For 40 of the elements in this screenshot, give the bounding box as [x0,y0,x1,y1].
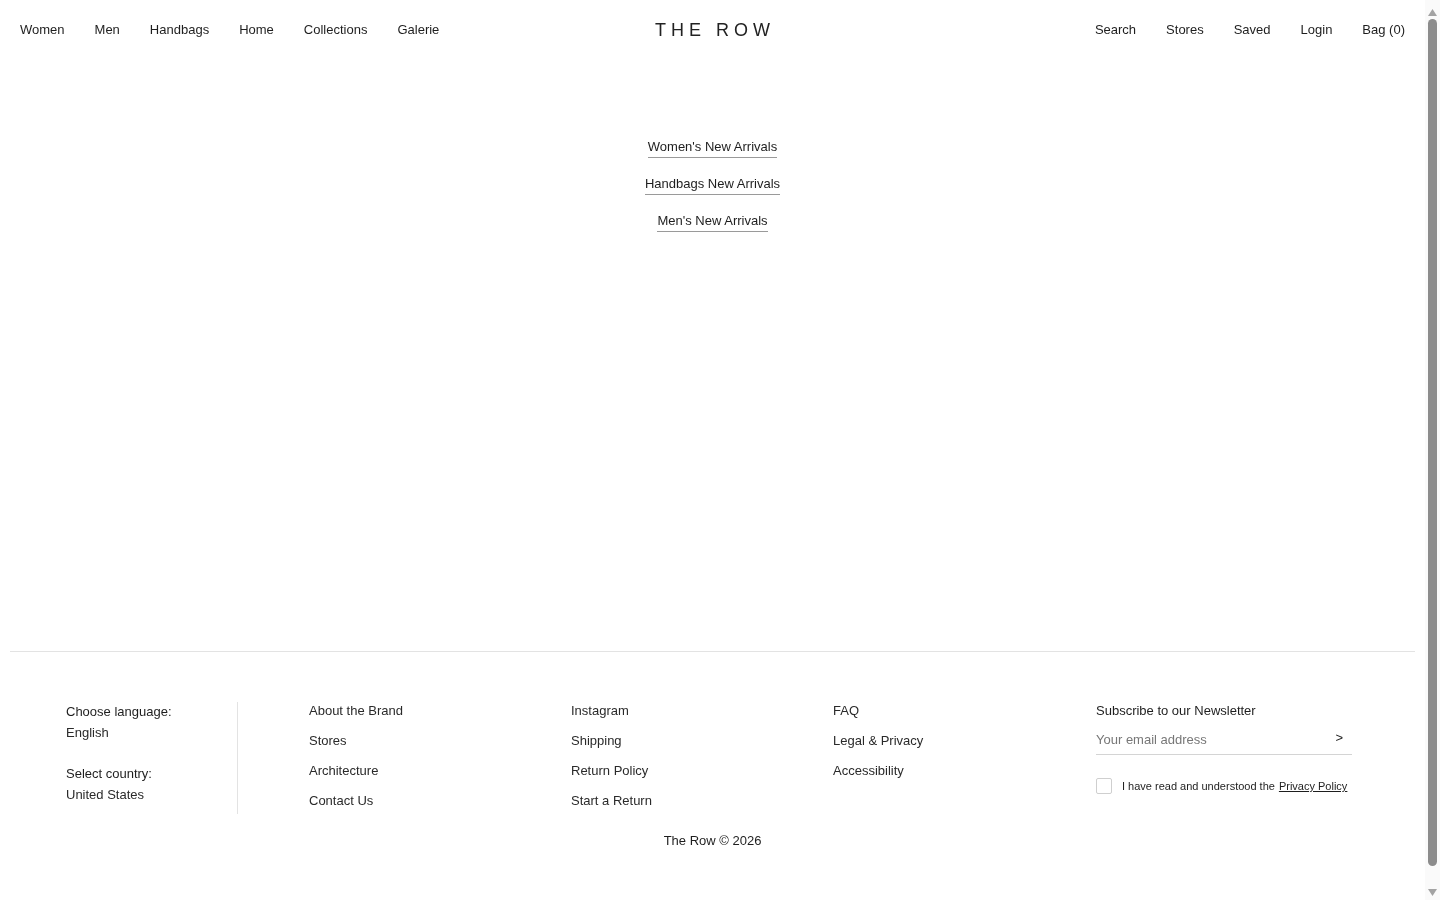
newsletter-title: Subscribe to our Newsletter [1096,703,1256,719]
footer-link[interactable]: Accessibility [833,763,904,779]
footer-link[interactable]: About the Brand [309,703,403,719]
logo[interactable]: THE ROW [655,19,775,41]
nav-link[interactable]: Men [94,22,120,38]
new-arrivals-link[interactable]: Handbags New Arrivals [644,176,781,195]
country-selector[interactable]: United States [66,787,145,803]
copyright-text: The Row © 2026 [663,833,762,849]
nav-link[interactable]: Handbags [149,22,210,38]
nav-link[interactable]: Search [1094,22,1137,38]
footer-link[interactable]: Stores [309,733,347,749]
nav-link[interactable]: Women [20,22,65,38]
language-label: Choose language: [66,704,172,720]
footer-link[interactable]: Shipping [571,733,622,749]
footer-link[interactable]: Start a Return [571,793,652,809]
footer-link[interactable]: Contact Us [309,793,374,809]
privacy-policy-link[interactable]: Privacy Policy [1278,778,1348,794]
nav-link[interactable]: Galerie [397,22,440,38]
language-selector[interactable]: English [66,725,109,741]
new-arrivals-link[interactable]: Men's New Arrivals [657,213,768,232]
scroll-down-arrow-icon[interactable] [1428,889,1437,896]
new-arrivals-link[interactable]: Women's New Arrivals [647,139,778,158]
country-label: Select country: [66,766,152,782]
consent-text: I have read and understood the [1122,779,1275,794]
footer-link[interactable]: Instagram [571,703,629,719]
email-field[interactable]: Your email address [1096,725,1322,755]
footer-link[interactable]: Legal & Privacy [833,733,924,749]
footer-link[interactable]: Architecture [309,763,379,779]
nav-link[interactable]: Bag (0) [1362,22,1405,38]
submit-button[interactable]: > [1322,725,1352,755]
nav-link[interactable]: Saved [1233,22,1271,38]
nav-link[interactable]: Home [239,22,274,38]
nav-link[interactable]: Stores [1166,22,1204,38]
scrollbar-thumb[interactable] [1428,19,1437,866]
nav-link[interactable]: Login [1300,22,1333,38]
consent-checkbox[interactable] [1096,778,1112,794]
footer-link[interactable]: Return Policy [571,763,649,779]
footer-link[interactable]: FAQ [833,703,859,719]
nav-link[interactable]: Collections [303,22,368,38]
scroll-up-arrow-icon[interactable] [1428,9,1437,16]
